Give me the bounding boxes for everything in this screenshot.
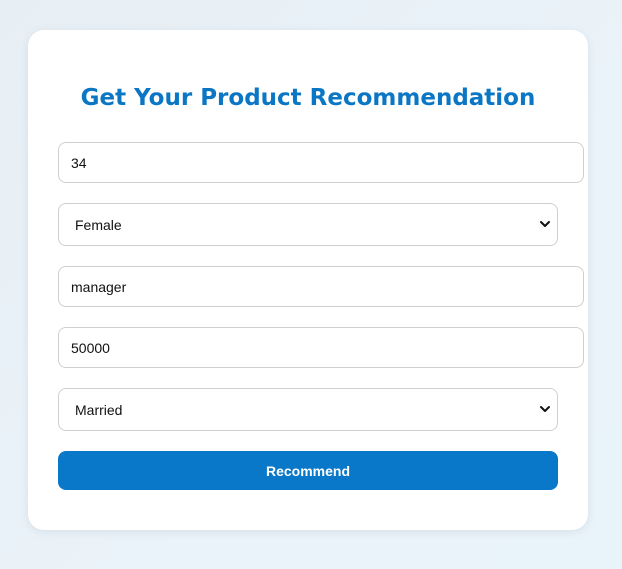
age-input[interactable]	[58, 142, 584, 183]
page-title: Get Your Product Recommendation	[80, 85, 536, 111]
gender-select-wrapper[interactable]: Female	[58, 203, 558, 246]
occupation-input[interactable]	[58, 266, 584, 307]
marital-status-select-wrapper[interactable]: Married	[58, 388, 558, 431]
marital-status-select[interactable]: Married	[59, 389, 557, 430]
recommend-button[interactable]: Recommend	[58, 451, 558, 490]
gender-select[interactable]: Female	[59, 204, 557, 245]
income-input[interactable]	[58, 327, 584, 368]
